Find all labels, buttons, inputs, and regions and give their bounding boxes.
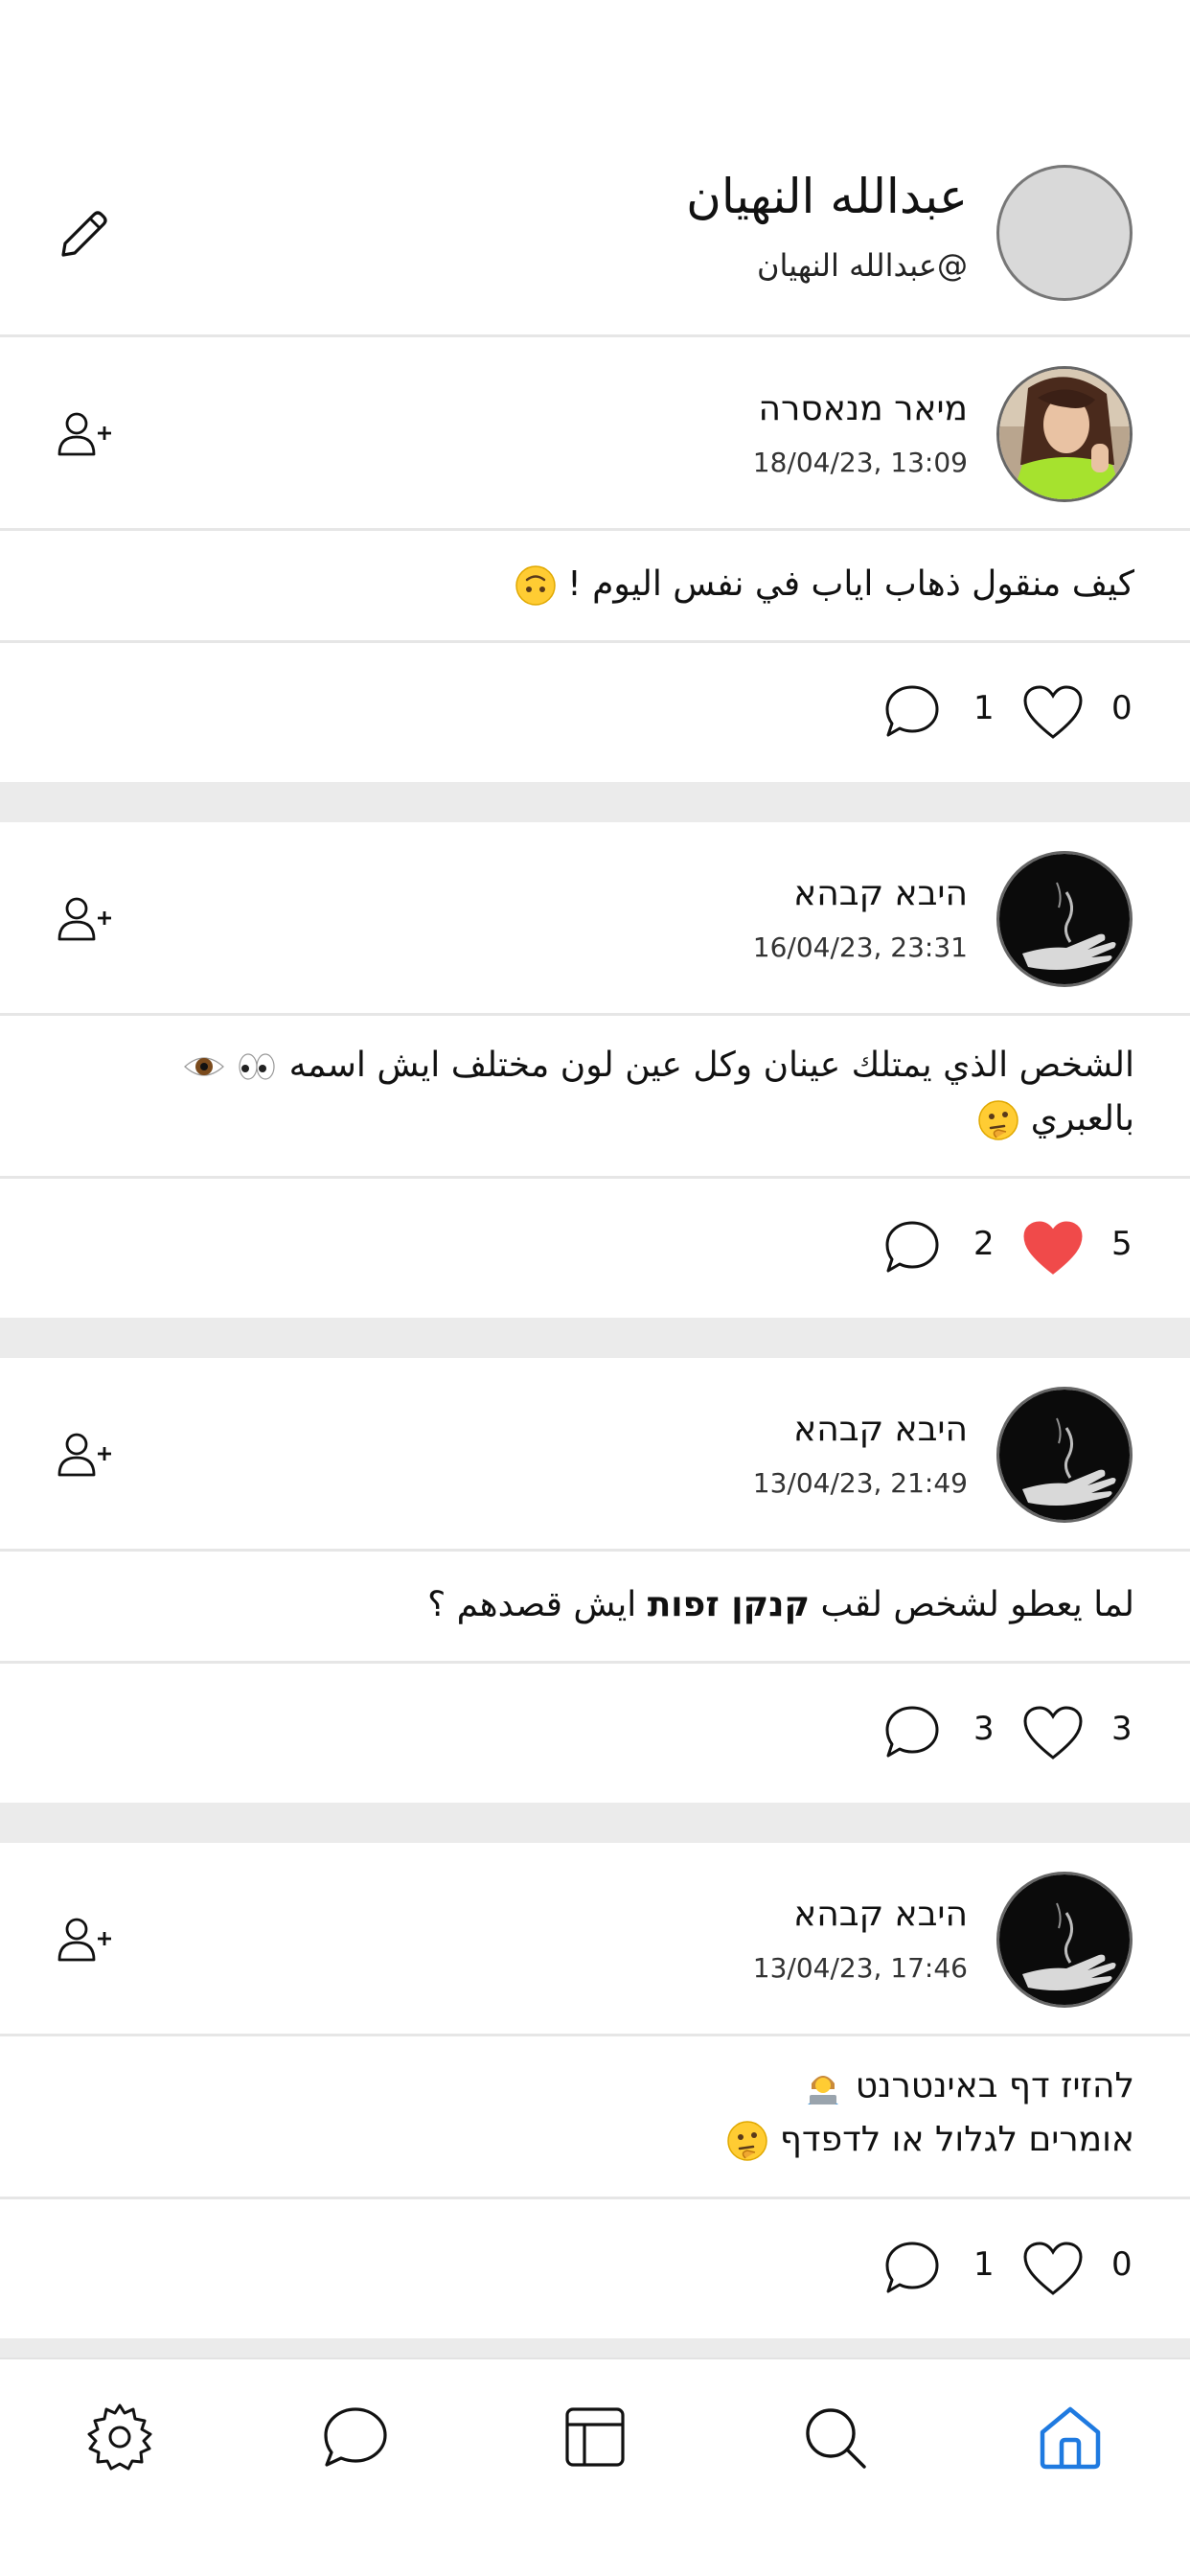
post-card: היבא קבהא 13/04/23, 21:49 لما يعطو لشخص …	[0, 1358, 1190, 1800]
post-text-line: كيف منقول ذهاب اياب في نفس اليوم !	[567, 564, 1134, 604]
add-user-icon	[57, 412, 111, 456]
comment-count: 2	[973, 1225, 995, 1263]
layout-icon	[565, 2407, 625, 2467]
post-author-row: היבא קבהא 16/04/23, 23:31	[0, 822, 1190, 1016]
post-actions: 3 3	[0, 1664, 1190, 1800]
post-author-row: היבא קבהא 13/04/23, 17:46	[0, 1843, 1190, 2036]
post-text-line: אומרים לגלול או לדפדף	[779, 2120, 1134, 2159]
author-avatar[interactable]	[996, 366, 1133, 502]
search-icon	[806, 2408, 866, 2469]
add-user-icon	[57, 1433, 111, 1477]
post-card: היבא קבהא 16/04/23, 23:31 الشخص الذي يمت…	[0, 822, 1190, 1315]
heart-icon[interactable]	[1021, 2240, 1085, 2297]
post-text-bold: קנקן זפות	[647, 1585, 810, 1624]
like-count: 0	[1111, 2245, 1133, 2284]
chat-icon	[324, 2407, 387, 2467]
post-body: الشخص الذي يمتلك عينان وكل عين لون مختلف…	[0, 1016, 1190, 1179]
hand-photo-avatar	[999, 1390, 1130, 1520]
post-text-line: الشخص الذي يمتلك عينان وكل عين لون مختلف…	[288, 1046, 1134, 1085]
profile-name: عبدالله النهيان	[686, 169, 968, 224]
edit-profile-button[interactable]	[54, 203, 115, 264]
comment-count: 1	[973, 2245, 995, 2284]
add-user-icon	[57, 897, 111, 941]
hand-photo-avatar	[999, 1874, 1130, 2005]
post-separator	[0, 2338, 1190, 2358]
comment-icon[interactable]	[883, 2238, 941, 2297]
post-body: لما يعطو لشخص لقب קנקן זפות ايش قصدهم ؟	[0, 1552, 1190, 1664]
profile-handle: @عبدالله النهيان	[756, 247, 968, 284]
comment-icon[interactable]	[883, 681, 941, 741]
thinking-face-emoji	[978, 1100, 1019, 1140]
follow-user-button[interactable]	[54, 889, 115, 951]
post-text-line: لما يعطو لشخص لقب	[820, 1585, 1134, 1624]
hand-photo-avatar	[999, 854, 1130, 984]
technologist-emoji	[808, 2076, 839, 2104]
author-avatar[interactable]	[996, 851, 1133, 987]
post-actions: 0 1	[0, 643, 1190, 779]
heart-icon[interactable]	[1021, 1704, 1085, 1761]
upside-down-face-emoji	[515, 565, 556, 606]
author-avatar[interactable]	[996, 1872, 1133, 2008]
heart-filled-icon[interactable]	[1021, 1219, 1085, 1276]
tab-settings[interactable]	[82, 2400, 157, 2474]
eyes-emoji	[239, 1053, 275, 1080]
author-name[interactable]: מיאר מנאסרה	[759, 389, 968, 428]
comment-icon[interactable]	[883, 1702, 941, 1761]
post-text-line: بالعبري	[1030, 1099, 1134, 1138]
thinking-face-emoji	[727, 2121, 768, 2161]
post-card: היבא קבהא 13/04/23, 17:46 להזיז דף באינט…	[0, 1843, 1190, 2335]
post-actions: 0 1	[0, 2199, 1190, 2335]
comment-icon[interactable]	[883, 1217, 941, 1276]
home-icon	[1040, 2406, 1101, 2470]
post-timestamp: 13/04/23, 17:46	[752, 1952, 968, 1984]
eye-emoji	[183, 1057, 224, 1076]
profile-header: عبدالله النهيان @عبدالله النهيان	[0, 0, 1190, 337]
post-actions: 5 2	[0, 1179, 1190, 1315]
tab-search[interactable]	[797, 2400, 872, 2474]
bottom-tab-bar	[0, 2358, 1190, 2576]
post-body: להזיז דף באינטרנט אומרים לגלול או לדפדף	[0, 2036, 1190, 2199]
like-count: 3	[1111, 1710, 1133, 1748]
post-author-row: מיאר מנאסרה 18/04/23, 13:09	[0, 337, 1190, 531]
comment-count: 3	[973, 1710, 995, 1748]
post-card: מיאר מנאסרה 18/04/23, 13:09 كيف منقول ذه…	[0, 337, 1190, 779]
like-count: 0	[1111, 689, 1133, 727]
follow-user-button[interactable]	[54, 1425, 115, 1486]
comment-count: 1	[973, 689, 995, 727]
post-separator	[0, 782, 1190, 822]
like-count: 5	[1111, 1225, 1133, 1263]
tab-home[interactable]	[1033, 2400, 1108, 2474]
post-separator	[0, 1318, 1190, 1358]
post-author-row: היבא קבהא 13/04/23, 21:49	[0, 1358, 1190, 1552]
post-timestamp: 16/04/23, 23:31	[752, 932, 968, 963]
post-text-line: להזיז דף באינטרנט	[855, 2066, 1134, 2105]
tab-chat[interactable]	[318, 2400, 393, 2474]
author-avatar[interactable]	[996, 1387, 1133, 1523]
post-body: كيف منقول ذهاب اياب في نفس اليوم !	[0, 531, 1190, 643]
add-user-icon	[57, 1918, 111, 1962]
author-name[interactable]: היבא קבהא	[793, 1410, 968, 1449]
post-separator	[0, 1803, 1190, 1843]
follow-user-button[interactable]	[54, 404, 115, 466]
author-name[interactable]: היבא קבהא	[793, 874, 968, 913]
profile-avatar[interactable]	[996, 165, 1133, 301]
post-text-line: ايش قصدهم ؟	[427, 1585, 637, 1624]
post-timestamp: 13/04/23, 21:49	[752, 1467, 968, 1499]
feed-screen: عبدالله النهيان @عبدالله النهيان מיאר מנ…	[0, 0, 1190, 2576]
gear-icon	[87, 2404, 152, 2471]
post-timestamp: 18/04/23, 13:09	[752, 447, 968, 478]
author-name[interactable]: היבא קבהא	[793, 1895, 968, 1934]
pencil-icon	[61, 211, 107, 257]
heart-icon[interactable]	[1021, 683, 1085, 741]
woman-photo-avatar	[999, 369, 1130, 499]
tab-layout[interactable]	[558, 2400, 632, 2474]
follow-user-button[interactable]	[54, 1910, 115, 1971]
